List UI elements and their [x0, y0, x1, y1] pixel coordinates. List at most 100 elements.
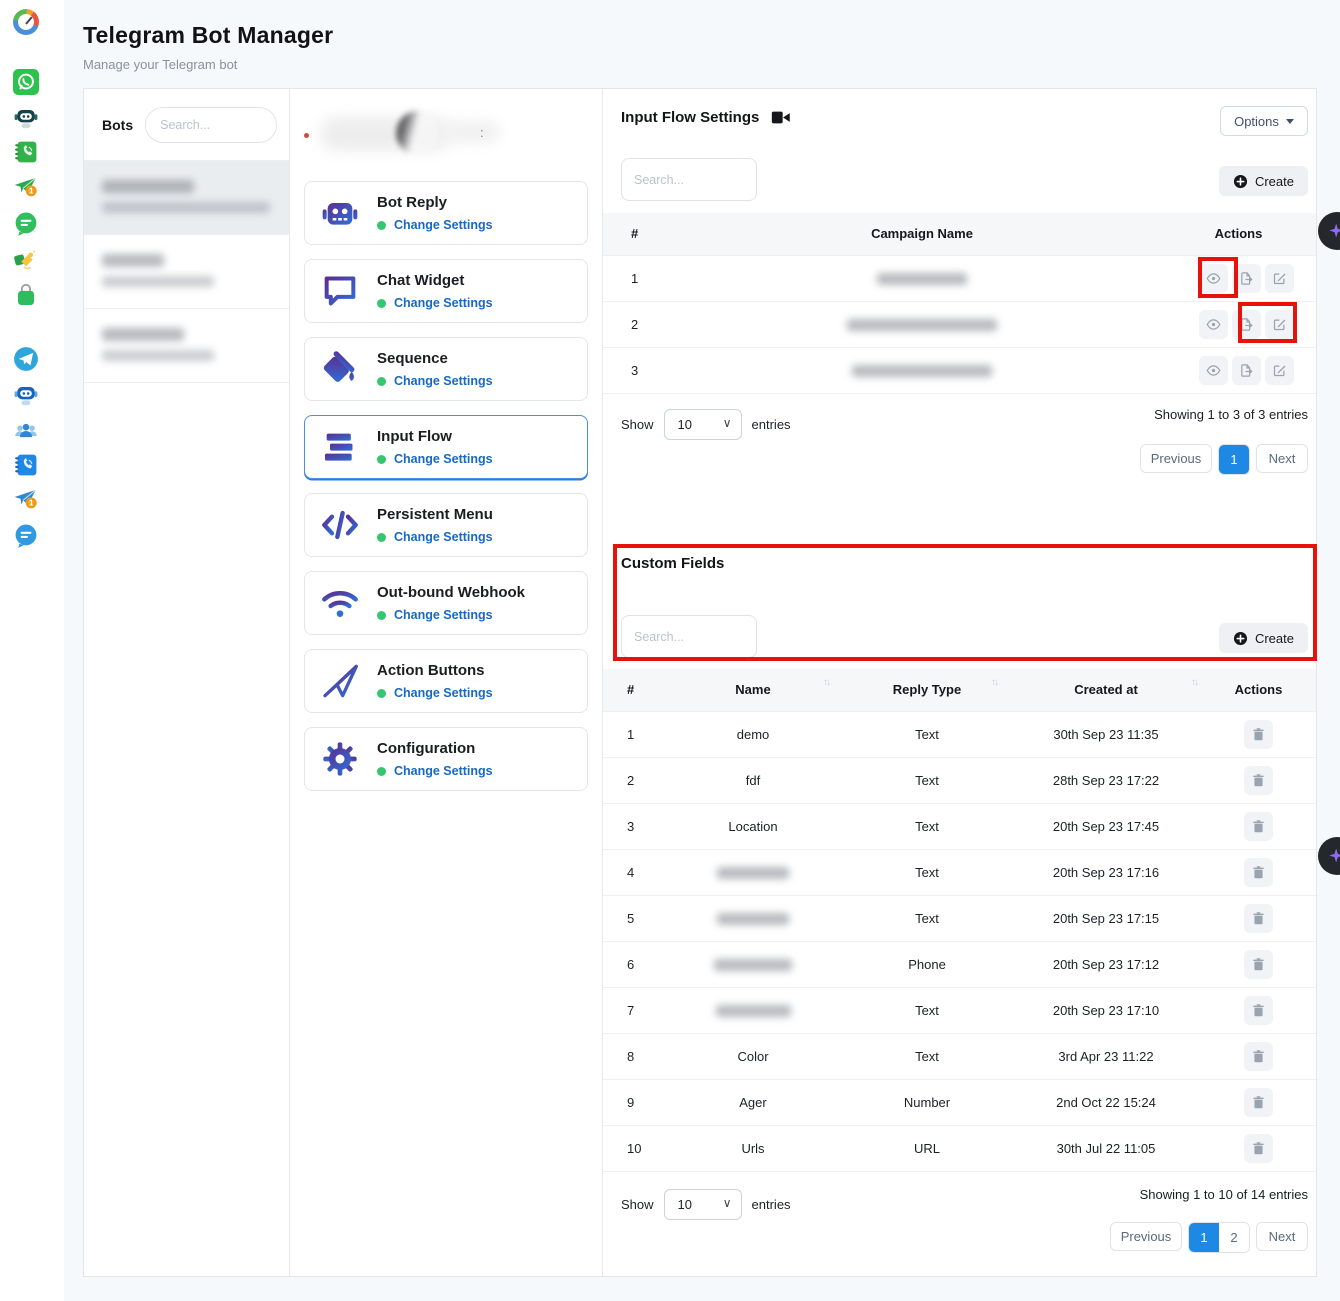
sort-icon[interactable]: ↑↓ — [991, 677, 997, 688]
column-header-name[interactable]: Name↑↓ — [663, 669, 843, 711]
speed-gauge-icon[interactable] — [12, 8, 40, 36]
ai-assistant-button[interactable] — [1318, 212, 1340, 250]
change-settings-link[interactable]: Change Settings — [394, 452, 493, 466]
export-button[interactable] — [1232, 310, 1261, 339]
input-flow-create-button[interactable]: Create — [1219, 166, 1308, 196]
change-settings-link[interactable]: Change Settings — [394, 608, 493, 622]
export-button[interactable] — [1232, 356, 1261, 385]
shop-bag-icon[interactable] — [12, 281, 40, 309]
column-header-hash[interactable]: # — [603, 213, 683, 255]
group-blue-icon[interactable] — [12, 417, 40, 445]
settings-card-chat-widget[interactable]: Chat Widget Change Settings — [304, 259, 588, 323]
delete-button[interactable] — [1244, 858, 1273, 887]
edit-button[interactable] — [1265, 310, 1294, 339]
delete-button[interactable] — [1244, 1088, 1273, 1117]
column-header-actions: Actions — [1201, 669, 1316, 711]
delete-button[interactable] — [1244, 996, 1273, 1025]
gear-icon — [319, 738, 361, 780]
ai-assistant-button[interactable] — [1318, 837, 1340, 875]
input-flow-search-input[interactable] — [621, 158, 757, 201]
delete-button[interactable] — [1244, 812, 1273, 841]
robot-blue-icon[interactable] — [12, 381, 40, 409]
settings-card-outbound-webhook[interactable]: Out-bound Webhook Change Settings — [304, 571, 588, 635]
integration-hands-icon[interactable] — [12, 245, 40, 273]
settings-card-bot-reply[interactable]: Bot Reply Change Settings — [304, 181, 588, 245]
page-1-button[interactable]: 1 — [1219, 445, 1249, 474]
phone-contacts-green-icon[interactable] — [12, 138, 40, 166]
edit-button[interactable] — [1265, 264, 1294, 293]
delete-button[interactable] — [1244, 904, 1273, 933]
view-button[interactable] — [1199, 264, 1228, 293]
edit-button[interactable] — [1265, 356, 1294, 385]
view-button[interactable] — [1199, 356, 1228, 385]
bot-list-item[interactable] — [84, 309, 289, 383]
whatsapp-icon[interactable] — [12, 68, 40, 96]
created-at: 20th Sep 23 17:16 — [1011, 849, 1201, 895]
delete-button[interactable] — [1244, 950, 1273, 979]
row-number: 2 — [603, 301, 683, 347]
settings-card-configuration[interactable]: Configuration Change Settings — [304, 727, 588, 791]
settings-card-action-buttons[interactable]: Action Buttons Change Settings — [304, 649, 588, 713]
delete-button[interactable] — [1244, 720, 1273, 749]
reply-type: Text — [843, 895, 1011, 941]
trash-icon — [1251, 727, 1266, 742]
change-settings-link[interactable]: Change Settings — [394, 296, 493, 310]
ai-robot-icon[interactable] — [12, 104, 40, 132]
settings-card-persistent-menu[interactable]: Persistent Menu Change Settings — [304, 493, 588, 557]
bots-search-input[interactable] — [145, 107, 277, 143]
eye-icon — [1206, 363, 1221, 378]
premium-plane-green-icon[interactable]: 1 — [12, 173, 40, 201]
bot-list-item[interactable] — [84, 235, 289, 309]
selected-bot-header: : — [304, 103, 588, 175]
export-button[interactable] — [1232, 264, 1261, 293]
messenger-blue-icon[interactable] — [12, 522, 40, 550]
messenger-green-icon[interactable] — [12, 210, 40, 238]
plus-icon — [1233, 631, 1248, 646]
change-settings-link[interactable]: Change Settings — [394, 374, 493, 388]
previous-page-button[interactable]: Previous — [1110, 1222, 1182, 1251]
edit-icon — [1272, 271, 1287, 286]
sort-icon[interactable]: ↑↓ — [1191, 677, 1197, 688]
delete-button[interactable] — [1244, 1042, 1273, 1071]
custom-fields-search-input[interactable] — [621, 615, 757, 658]
svg-text:1: 1 — [29, 187, 34, 196]
page-1-button[interactable]: 1 — [1189, 1223, 1219, 1252]
change-settings-link[interactable]: Change Settings — [394, 686, 493, 700]
delete-button[interactable] — [1244, 766, 1273, 795]
created-at: 20th Sep 23 17:12 — [1011, 941, 1201, 987]
row-number: 3 — [603, 803, 663, 849]
show-label: Show — [621, 417, 654, 432]
reply-type: Text — [843, 803, 1011, 849]
next-page-button[interactable]: Next — [1256, 1222, 1308, 1251]
change-settings-link[interactable]: Change Settings — [394, 764, 493, 778]
delete-button[interactable] — [1244, 1134, 1273, 1163]
settings-card-input-flow[interactable]: Input Flow Change Settings — [304, 415, 588, 479]
change-settings-link[interactable]: Change Settings — [394, 218, 493, 232]
column-header-reply-type[interactable]: Reply Type↑↓ — [843, 669, 1011, 711]
settings-card-sequence[interactable]: Sequence Change Settings — [304, 337, 588, 401]
green-status-dot — [377, 767, 386, 776]
change-settings-link[interactable]: Change Settings — [394, 530, 493, 544]
bot-list-item[interactable] — [84, 161, 289, 235]
page-size-select[interactable]: 10∨ — [664, 1189, 742, 1220]
column-header-created-at[interactable]: Created at↑↓ — [1011, 669, 1201, 711]
eye-icon — [1206, 271, 1221, 286]
phone-contacts-blue-icon[interactable] — [12, 451, 40, 479]
telegram-icon[interactable] — [12, 345, 40, 373]
premium-plane-blue-icon[interactable]: 1 — [12, 485, 40, 513]
next-page-button[interactable]: Next — [1256, 444, 1308, 473]
sort-icon[interactable]: ↑↓ — [823, 677, 829, 688]
paint-bucket-icon — [319, 348, 361, 390]
page-size-select[interactable]: 10∨ — [664, 409, 742, 440]
trash-icon — [1251, 1095, 1266, 1110]
caret-down-icon — [1286, 119, 1294, 124]
page-2-button[interactable]: 2 — [1219, 1223, 1249, 1252]
previous-page-button[interactable]: Previous — [1140, 444, 1212, 473]
column-header-hash[interactable]: # — [603, 669, 663, 711]
section-title: Input Flow Settings — [621, 109, 759, 126]
view-button[interactable] — [1199, 310, 1228, 339]
custom-fields-create-button[interactable]: Create — [1219, 623, 1308, 653]
column-header-campaign[interactable]: Campaign Name↑↓ — [683, 213, 1161, 255]
options-button[interactable]: Options — [1220, 106, 1308, 136]
card-title: Input Flow — [377, 428, 493, 445]
